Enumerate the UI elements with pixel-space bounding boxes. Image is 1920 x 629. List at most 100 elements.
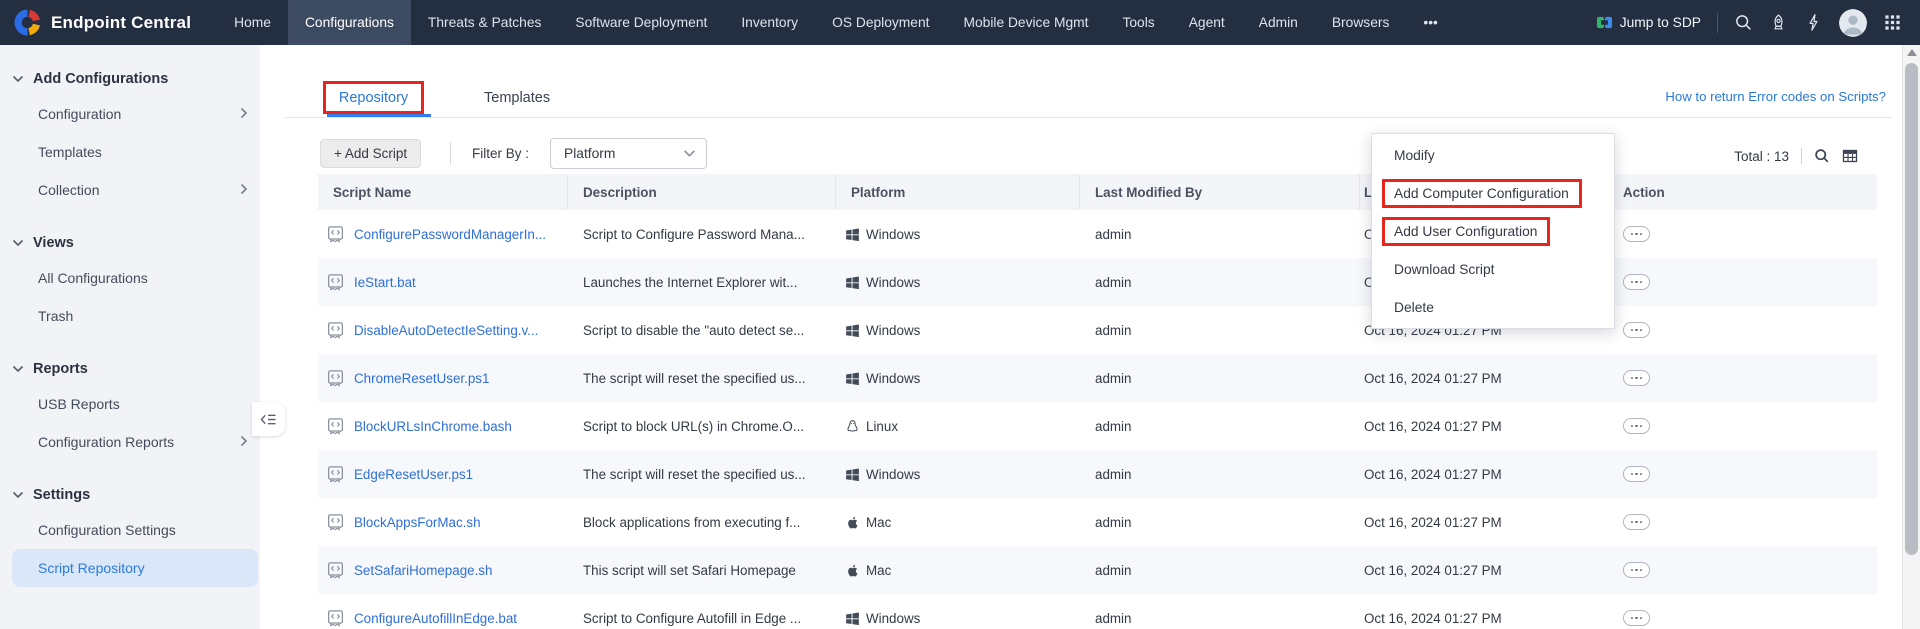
tab-templates[interactable]: Templates xyxy=(484,81,550,114)
column-chooser-icon[interactable] xyxy=(1842,148,1858,164)
sidebar-item-label: Collection xyxy=(38,182,99,198)
sidebar-item-label: USB Reports xyxy=(38,396,120,412)
scripts-table: Script NameDescriptionPlatformLast Modif… xyxy=(318,174,1877,629)
script-file-icon xyxy=(326,561,345,580)
nav-item-home[interactable]: Home xyxy=(217,0,288,45)
search-icon[interactable] xyxy=(1734,13,1753,32)
sidebar-item-trash[interactable]: Trash xyxy=(0,297,260,335)
row-actions-button[interactable] xyxy=(1623,370,1650,386)
row-actions-button[interactable] xyxy=(1623,226,1650,242)
nav-item-software-deployment[interactable]: Software Deployment xyxy=(558,0,724,45)
row-actions-button[interactable] xyxy=(1623,562,1650,578)
menu-item-delete[interactable]: Delete xyxy=(1372,288,1614,326)
nav-item-configurations[interactable]: Configurations xyxy=(288,0,411,45)
menu-item-download-script[interactable]: Download Script xyxy=(1372,250,1614,288)
script-file-icon xyxy=(326,369,345,388)
sidebar-item-collection[interactable]: Collection xyxy=(0,171,260,209)
script-file-icon xyxy=(326,417,345,436)
script-name-link[interactable]: BlockAppsForMac.sh xyxy=(354,515,481,530)
rocket-icon[interactable] xyxy=(1769,13,1788,32)
sidebar-item-templates[interactable]: Templates xyxy=(0,133,260,171)
endpoint-central-logo-icon xyxy=(14,9,41,36)
lightning-icon[interactable] xyxy=(1804,13,1823,32)
sidebar-collapse-button[interactable] xyxy=(252,402,285,436)
nav-item-tools[interactable]: Tools xyxy=(1105,0,1171,45)
row-actions-button[interactable] xyxy=(1623,514,1650,530)
error-codes-help-link[interactable]: How to return Error codes on Scripts? xyxy=(1665,89,1886,104)
script-name-link[interactable]: EdgeResetUser.ps1 xyxy=(354,467,473,482)
row-actions-button[interactable] xyxy=(1623,274,1650,290)
vertical-scrollbar[interactable] xyxy=(1902,45,1920,629)
sidebar-section-header-add-configurations[interactable]: Add Configurations xyxy=(0,63,260,95)
script-name-link[interactable]: ConfigureAutofillInEdge.bat xyxy=(354,611,517,626)
script-name-link[interactable]: DisableAutoDetectIeSetting.v... xyxy=(354,323,538,338)
platform-label: Windows xyxy=(866,611,920,626)
table-summary: Total : 13 xyxy=(1734,148,1858,164)
nav-item-browsers[interactable]: Browsers xyxy=(1315,0,1407,45)
apps-grid-icon[interactable] xyxy=(1883,13,1902,32)
chevron-right-icon xyxy=(240,435,248,447)
sidebar-item-label: Trash xyxy=(38,308,73,324)
script-name-link[interactable]: ChromeResetUser.ps1 xyxy=(354,371,489,386)
menu-item-modify[interactable]: Modify xyxy=(1372,136,1614,174)
description-cell: This script will set Safari Homepage xyxy=(568,563,836,578)
linux-icon xyxy=(845,419,860,434)
column-header-description: Description xyxy=(568,174,836,210)
modified-by-cell: admin xyxy=(1080,227,1360,242)
menu-item-add-computer-configuration[interactable]: Add Computer Configuration xyxy=(1372,174,1614,212)
scroll-up-arrow[interactable] xyxy=(1907,49,1917,56)
sidebar-section-reports: Reports USB Reports Configuration Reports xyxy=(0,353,260,461)
table-row: SetSafariHomepage.sh This script will set… xyxy=(318,546,1877,594)
modified-time-cell: Oct 16, 2024 01:27 PM xyxy=(1360,467,1600,482)
add-script-button[interactable]: + Add Script xyxy=(320,139,421,168)
tab-templates-label: Templates xyxy=(484,90,550,106)
nav-item-mobile-device-mgmt[interactable]: Mobile Device Mgmt xyxy=(946,0,1105,45)
table-search-icon[interactable] xyxy=(1814,148,1830,164)
chevron-down-icon xyxy=(683,149,696,158)
nav-more-menu[interactable]: ••• xyxy=(1406,0,1455,45)
tab-repository[interactable]: Repository xyxy=(323,81,424,114)
nav-item-threats-patches[interactable]: Threats & Patches xyxy=(411,0,559,45)
app-title: Endpoint Central xyxy=(51,13,191,33)
sidebar-section-header-reports[interactable]: Reports xyxy=(0,353,260,385)
action-cell xyxy=(1600,370,1877,386)
menu-item-add-user-configuration[interactable]: Add User Configuration xyxy=(1372,212,1614,250)
row-actions-button[interactable] xyxy=(1623,610,1650,626)
row-actions-button[interactable] xyxy=(1623,418,1650,434)
jump-to-sdp-button[interactable]: Jump to SDP xyxy=(1596,14,1701,31)
nav-item-admin[interactable]: Admin xyxy=(1242,0,1315,45)
sidebar-item-configuration[interactable]: Configuration xyxy=(0,95,260,133)
description-cell: The script will reset the specified us..… xyxy=(568,467,836,482)
modified-time-cell: Oct 16, 2024 01:27 PM xyxy=(1360,611,1600,626)
table-row: IeStart.batLaunches the Internet Explore… xyxy=(318,258,1877,306)
row-actions-button[interactable] xyxy=(1623,466,1650,482)
nav-item-inventory[interactable]: Inventory xyxy=(724,0,815,45)
sidebar-item-all-configurations[interactable]: All Configurations xyxy=(0,259,260,297)
sidebar-item-usb-reports[interactable]: USB Reports xyxy=(0,385,260,423)
section-title: Add Configurations xyxy=(33,71,168,87)
platform-filter-dropdown[interactable]: Platform xyxy=(550,138,707,169)
modified-time-cell: Oct 16, 2024 01:27 PM xyxy=(1360,419,1600,434)
script-name-cell: EdgeResetUser.ps1 xyxy=(318,465,568,484)
script-name-link[interactable]: ConfigurePasswordManagerIn... xyxy=(354,227,546,242)
sidebar-item-script-repository[interactable]: Script Repository xyxy=(12,549,258,587)
nav-item-os-deployment[interactable]: OS Deployment xyxy=(815,0,946,45)
user-avatar[interactable] xyxy=(1839,9,1867,37)
sidebar-section-header-views[interactable]: Views xyxy=(0,227,260,259)
script-name-link[interactable]: BlockURLsInChrome.bash xyxy=(354,419,512,434)
script-name-link[interactable]: IeStart.bat xyxy=(354,275,416,290)
sidebar-item-label: Configuration Reports xyxy=(38,434,174,450)
modified-by-cell: admin xyxy=(1080,563,1360,578)
chevron-down-icon xyxy=(12,239,24,247)
script-name-link[interactable]: SetSafariHomepage.sh xyxy=(354,563,492,578)
script-name-cell: DisableAutoDetectIeSetting.v... xyxy=(318,321,568,340)
script-file-icon xyxy=(326,465,345,484)
sidebar-item-configuration-reports[interactable]: Configuration Reports xyxy=(0,423,260,461)
nav-item-agent[interactable]: Agent xyxy=(1172,0,1242,45)
action-cell xyxy=(1600,610,1877,626)
sidebar-item-configuration-settings[interactable]: Configuration Settings xyxy=(0,511,260,549)
row-actions-button[interactable] xyxy=(1623,322,1650,338)
sidebar-section-header-settings[interactable]: Settings xyxy=(0,479,260,511)
table-row: ChromeResetUser.ps1The script will reset… xyxy=(318,354,1877,402)
scrollbar-thumb[interactable] xyxy=(1905,63,1918,555)
